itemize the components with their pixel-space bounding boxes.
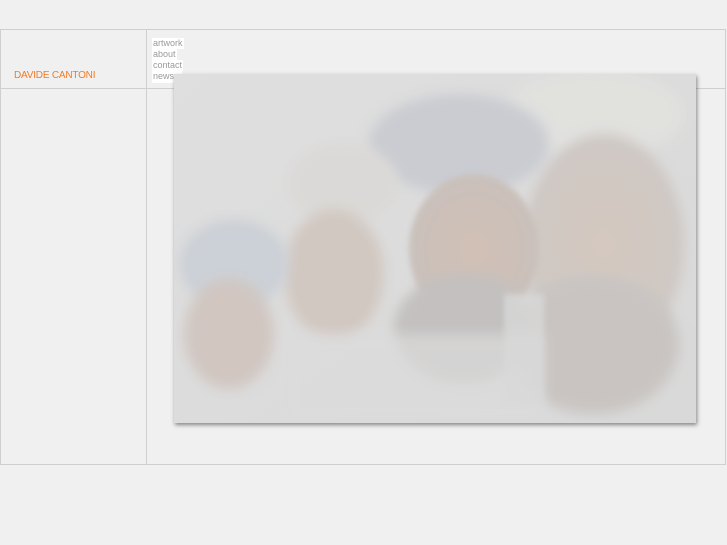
nav-link-label: artwork [153, 38, 183, 48]
nav-link-label: about [153, 49, 176, 59]
nav-link-contact[interactable]: contact [152, 60, 184, 71]
site-logo-text[interactable]: DAVIDE CANTONI [14, 70, 95, 81]
nav-link-about[interactable]: about [152, 49, 177, 60]
nav-link-artwork[interactable]: artwork [152, 38, 184, 49]
nav-link-label: news [153, 71, 175, 81]
column-divider [146, 30, 147, 464]
photo-of-men-in-turbans-icon [174, 74, 696, 423]
nav-link-label: contact [153, 60, 183, 70]
featured-artwork-image[interactable] [174, 74, 696, 423]
page-frame: DAVIDE CANTONI artwork about contact new… [0, 29, 726, 465]
